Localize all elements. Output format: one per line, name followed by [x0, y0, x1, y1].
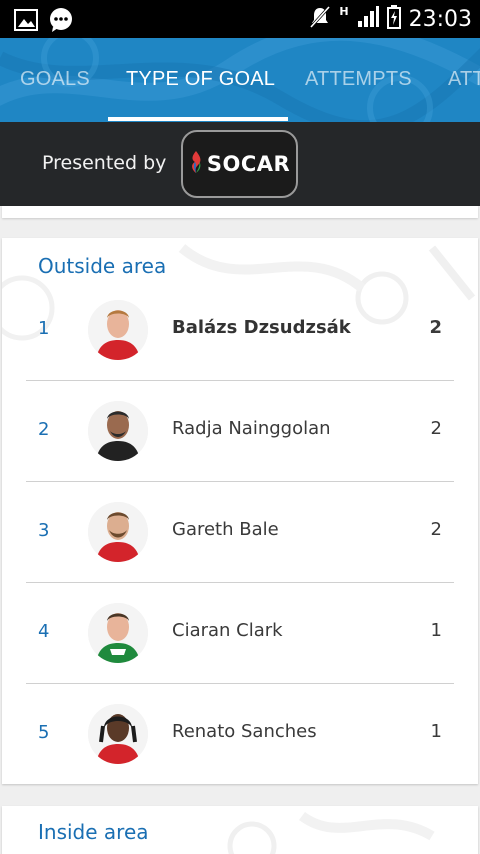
goal-count: 2 [429, 317, 442, 338]
signal-icon [357, 6, 379, 32]
section-card-inside-area: Inside area [2, 806, 478, 854]
battery-charging-icon [386, 5, 401, 33]
leaderboard-row[interactable]: 1 Balázs Dzsudzsák 2 [26, 280, 454, 381]
network-type: H [339, 4, 349, 18]
leaderboard-row[interactable]: 2 Radja Nainggolan 2 [26, 381, 454, 482]
sponsor-banner: Presented by SOCAR [0, 122, 480, 206]
tab-type-of-goal[interactable]: TYPE OF GOAL [126, 68, 275, 91]
status-bar: H 23:03 [0, 0, 480, 38]
goal-count: 2 [430, 418, 442, 439]
rank: 5 [38, 722, 50, 743]
goal-count: 1 [430, 620, 442, 641]
sponsor-brand-name: SOCAR [206, 152, 291, 176]
goal-count: 2 [430, 519, 442, 540]
image-icon [14, 9, 38, 35]
leaderboard-row[interactable]: 3 Gareth Bale 2 [26, 482, 454, 583]
clock: 23:03 [408, 6, 472, 32]
stats-tab-bar: GOALS TYPE OF GOAL ATTEMPTS ATT [0, 38, 480, 122]
section-title: Outside area [38, 254, 167, 278]
section-title: Inside area [38, 820, 149, 844]
previous-card-edge [2, 206, 478, 218]
sponsor-logo[interactable]: SOCAR [181, 130, 298, 198]
player-avatar [88, 401, 148, 461]
player-name: Radja Nainggolan [172, 418, 331, 439]
goal-count: 1 [430, 721, 442, 742]
tab-attempts[interactable]: ATTEMPTS [305, 68, 412, 91]
active-tab-indicator [108, 117, 288, 121]
player-name: Renato Sanches [172, 721, 317, 742]
section-card-outside-area: Outside area 1 Balázs Dzsudzsák 2 2 Radj… [2, 238, 478, 784]
tab-goals[interactable]: GOALS [20, 68, 90, 91]
rank: 3 [38, 520, 50, 541]
player-name: Balázs Dzsudzsák [172, 317, 351, 338]
leaderboard-row[interactable]: 4 Ciaran Clark 1 [26, 583, 454, 684]
player-name: Ciaran Clark [172, 620, 283, 641]
chat-icon [48, 7, 74, 37]
tab-overflow[interactable]: ATT [448, 68, 480, 91]
rank: 2 [38, 419, 50, 440]
leaderboard-row[interactable]: 5 Renato Sanches 1 [26, 684, 454, 784]
flame-icon [189, 150, 203, 178]
presented-by-label: Presented by [42, 152, 167, 174]
rank: 1 [38, 318, 50, 339]
rank: 4 [38, 621, 50, 642]
player-name: Gareth Bale [172, 519, 279, 540]
player-avatar [88, 603, 148, 663]
mute-icon [309, 5, 331, 33]
player-avatar [88, 502, 148, 562]
player-avatar [88, 704, 148, 764]
player-avatar [88, 300, 148, 360]
